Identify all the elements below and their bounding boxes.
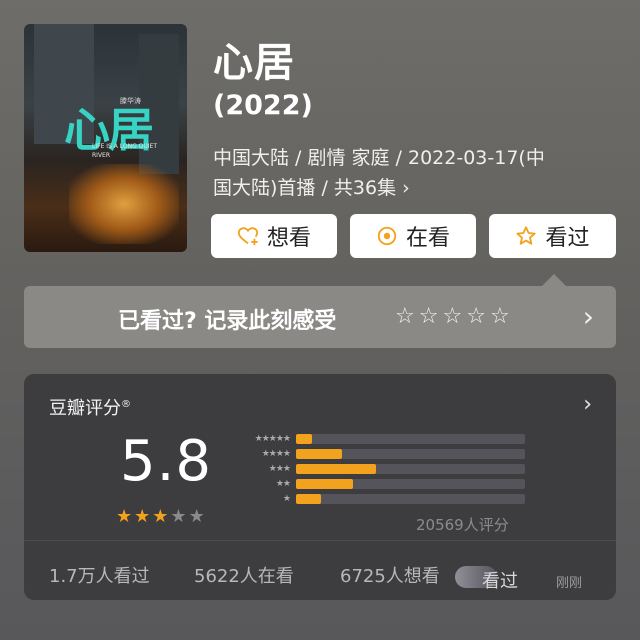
record-feeling-bar[interactable]: 已看过? 记录此刻感受 ☆ ☆ ☆ ☆ ☆ › (24, 286, 616, 348)
empty-star-icon[interactable]: ☆ (490, 306, 510, 328)
poster-tag: 滕华涛 (120, 97, 141, 105)
distribution-row: ★★★★★ (230, 434, 530, 444)
star-icon: ★ (188, 506, 205, 527)
distribution-track (296, 464, 525, 474)
distribution-star-label: ★ (282, 494, 291, 504)
movie-title: 心居 (213, 40, 295, 86)
distribution-star-label: ★★ (275, 479, 291, 489)
empty-star-icon[interactable]: ☆ (419, 306, 439, 328)
distribution-row: ★★★ (230, 464, 530, 474)
distribution-row: ★ (230, 494, 530, 504)
distribution-bar (296, 449, 342, 459)
movie-meta[interactable]: 中国大陆 / 剧情 家庭 / 2022-03-17(中 国大陆)首播 / 共36… (213, 143, 623, 203)
star-icon (515, 225, 537, 247)
popover-pointer (542, 274, 566, 286)
distribution-track (296, 494, 525, 504)
distribution-star-label: ★★★ (268, 464, 291, 474)
star-icon: ★ (152, 506, 169, 527)
rating-title: 豆瓣评分® (49, 394, 131, 420)
trademark-mark: ® (121, 399, 131, 410)
meta-line: 中国大陆 / 剧情 家庭 / 2022-03-17(中 (213, 147, 545, 169)
distribution-star-label: ★★★★★ (254, 434, 291, 444)
poster-light (69, 164, 179, 244)
divider (24, 540, 616, 541)
distribution-bar (296, 494, 321, 504)
want-to-watch-button[interactable]: 想看 (211, 214, 337, 258)
rating-title-text: 豆瓣评分 (49, 398, 121, 419)
empty-star-icon[interactable]: ☆ (442, 306, 462, 328)
rating-count: 20569人评分 (416, 516, 509, 534)
score-stars: ★ ★ ★ ★ ★ (116, 508, 205, 526)
watched-count: 1.7万人看过 (49, 566, 150, 587)
distribution-star-label: ★★★★ (261, 449, 291, 459)
time-label: 刚刚 (556, 576, 583, 591)
poster-subtitle: LIFE IS A LONG QUIET RIVER (92, 143, 157, 159)
distribution-track (296, 434, 525, 444)
douban-rating-card[interactable]: 豆瓣评分® › 5.8 ★ ★ ★ ★ ★ ★★★★★ ★★★★ ★★★ ★★ ★ 20… (24, 374, 616, 600)
heart-plus-icon (237, 225, 259, 247)
watched-tag: 看过 (482, 571, 518, 592)
star-icon: ★ (116, 506, 133, 527)
distribution-row: ★★★★ (230, 449, 530, 459)
watched-button[interactable]: 看过 (489, 214, 616, 258)
star-icon: ★ (170, 506, 187, 527)
watching-icon (376, 225, 398, 247)
distribution-bar (296, 479, 353, 489)
empty-star-icon[interactable]: ☆ (395, 306, 415, 328)
want-label: 想看 (266, 226, 311, 251)
distribution-track (296, 449, 525, 459)
distribution-bar (296, 434, 312, 444)
rating-input-stars[interactable]: ☆ ☆ ☆ ☆ ☆ (395, 306, 510, 328)
distribution-bar (296, 464, 376, 474)
distribution-track (296, 479, 525, 489)
meta-line: 国大陆)首播 / 共36集 › (213, 177, 410, 199)
watching-button[interactable]: 在看 (350, 214, 476, 258)
chevron-right-icon[interactable]: › (583, 392, 592, 417)
empty-star-icon[interactable]: ☆ (466, 306, 486, 328)
movie-year: (2022) (213, 90, 313, 121)
watched-label: 看过 (545, 226, 590, 251)
rating-score: 5.8 (120, 429, 213, 494)
star-icon: ★ (134, 506, 151, 527)
watching-label: 在看 (405, 226, 450, 251)
chevron-right-icon[interactable]: › (583, 300, 594, 333)
record-prompt: 已看过? 记录此刻感受 (118, 309, 337, 334)
want-count: 6725人想看 (340, 566, 440, 587)
watching-count: 5622人在看 (194, 566, 294, 587)
poster-image[interactable]: 心居 滕华涛 LIFE IS A LONG QUIET RIVER (24, 24, 187, 252)
distribution-row: ★★ (230, 479, 530, 489)
